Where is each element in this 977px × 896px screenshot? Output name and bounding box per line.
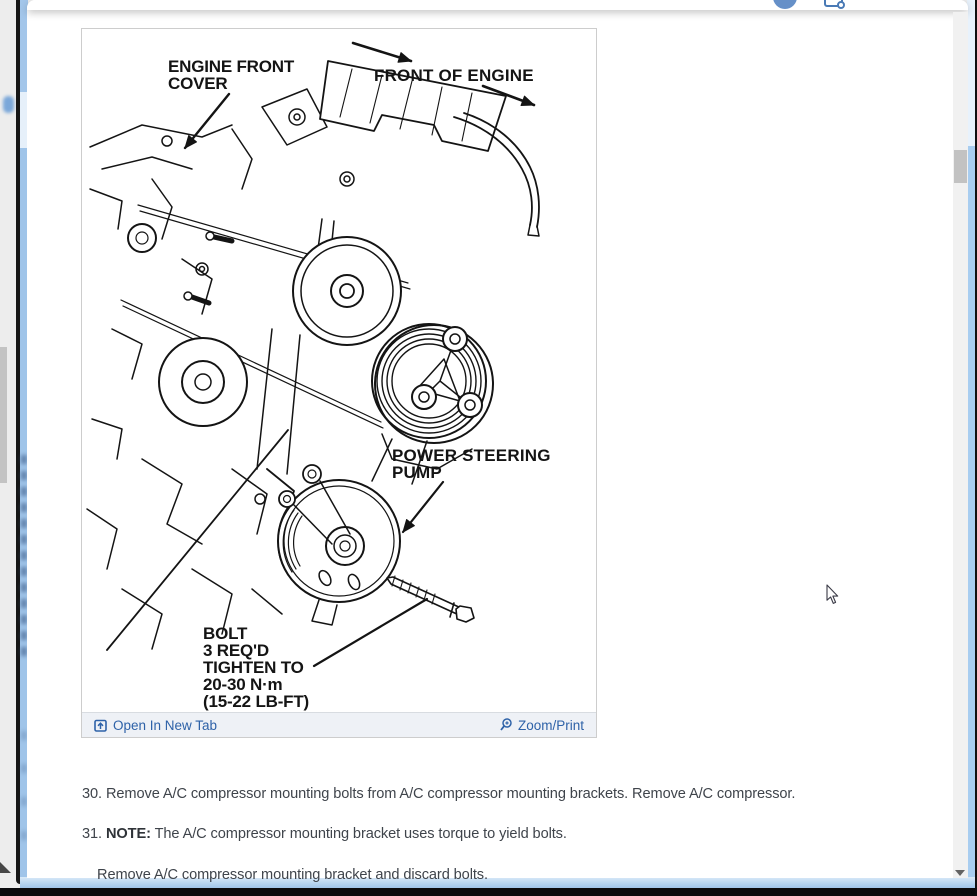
open-in-new-tab-link[interactable]: Open In New Tab [94, 718, 217, 733]
scrollbar-thumb[interactable] [954, 150, 967, 183]
taskbar-edge [0, 888, 977, 896]
print-icon[interactable] [824, 0, 845, 9]
page-scrollbar-thumb[interactable] [0, 347, 7, 483]
open-in-new-tab-icon [94, 719, 107, 732]
engine-diagram: ENGINE FRONT COVER FRONT OF ENGINE POWER… [86, 41, 550, 711]
background-link-fragment [3, 96, 14, 113]
zoom-print-label: Zoom/Print [517, 717, 584, 733]
background-page-edge [0, 0, 16, 888]
mouse-cursor [826, 584, 839, 604]
note-label: NOTE: [105, 825, 151, 842]
label-front-of-engine: FRONT OF ENGINE [374, 66, 534, 85]
step-31-continuation: Remove A/C compressor mounting bracket a… [97, 866, 488, 883]
step-31: 31. NOTE: The A/C compressor mounting br… [82, 825, 567, 842]
label-power-steering-2: PUMP [392, 463, 442, 482]
figure-footer-bar: Open In New Tab Zoom/Print [82, 712, 596, 737]
power-steering-pump [277, 464, 401, 626]
toolbar [27, 0, 968, 10]
idler-pulley [292, 236, 402, 346]
screen: ENGINE FRONT COVER FRONT OF ENGINE POWER… [0, 0, 977, 896]
scrollbar-track[interactable] [953, 12, 968, 878]
label-bolt-note-5: (15-22 LB-FT) [203, 692, 309, 711]
valve-cover [319, 60, 540, 237]
scroll-corner-arrow-icon[interactable] [0, 862, 11, 873]
open-in-new-tab-label: Open In New Tab [113, 717, 218, 733]
step-30: 30. Remove A/C compressor mounting bolts… [82, 785, 796, 802]
zoom-print-link[interactable]: Zoom/Print [499, 718, 584, 733]
label-engine-front-cover-2: COVER [168, 74, 227, 93]
scrollbar-down-arrow[interactable] [955, 870, 965, 876]
avatar-icon[interactable] [773, 0, 797, 9]
tensioner-pulley [127, 223, 248, 427]
figure-panel: ENGINE FRONT COVER FRONT OF ENGINE POWER… [81, 28, 597, 738]
long-leader-line [106, 429, 289, 651]
zoom-plus-icon [500, 718, 512, 731]
document-panel: ENGINE FRONT COVER FRONT OF ENGINE POWER… [27, 0, 968, 883]
